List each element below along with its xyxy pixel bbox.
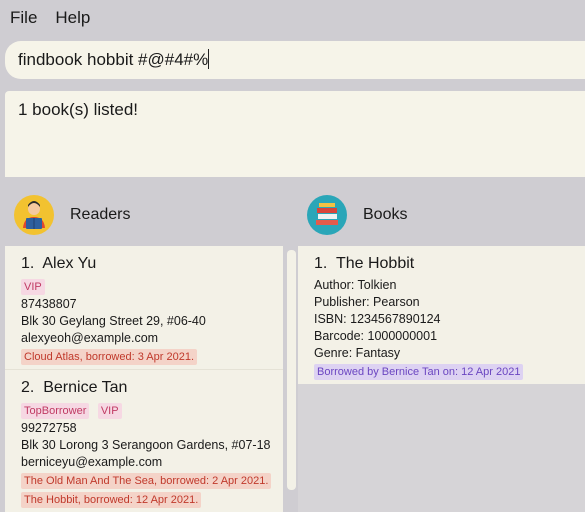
- command-input[interactable]: findbook hobbit #@#4#%: [5, 41, 585, 79]
- book-genre: Genre: Fantasy: [314, 346, 401, 360]
- reader-avatar-icon: [14, 195, 54, 235]
- reader-list: 1. Alex Yu VIP 87438807 Blk 30 Geylang S…: [5, 246, 283, 512]
- reader-card[interactable]: 2. Bernice Tan TopBorrower VIP 99272758 …: [5, 370, 283, 512]
- reader-tag: VIP: [21, 279, 45, 295]
- book-isbn: ISBN: 1234567890124: [314, 312, 441, 326]
- menu-help[interactable]: Help: [55, 8, 90, 28]
- borrowed-book-tag: Cloud Atlas, borrowed: 3 Apr 2021.: [21, 349, 197, 365]
- menu-bar: File Help: [0, 0, 585, 36]
- reader-tag: VIP: [97, 403, 122, 419]
- book-barcode: Barcode: 1000000001: [314, 329, 438, 343]
- reader-name: 1. Alex Yu: [21, 255, 97, 272]
- books-header: Books: [307, 195, 407, 235]
- book-list: 1. The Hobbit Author: Tolkien Publisher:…: [298, 246, 585, 512]
- reader-email: alexyeoh@example.com: [21, 331, 159, 345]
- readers-header: Readers: [14, 195, 130, 235]
- book-title: 1. The Hobbit: [314, 255, 415, 272]
- borrowed-book-tag: The Hobbit, borrowed: 12 Apr 2021.: [21, 492, 202, 508]
- borrowed-book-tag: The Old Man And The Sea, borrowed: 2 Apr…: [21, 473, 272, 489]
- reader-phone: 87438807: [21, 297, 77, 311]
- reader-name: 2. Bernice Tan: [21, 379, 128, 396]
- reader-list-scrollbar[interactable]: [287, 250, 296, 490]
- reader-phone: 99272758: [21, 421, 77, 435]
- reader-card[interactable]: 1. Alex Yu VIP 87438807 Blk 30 Geylang S…: [5, 246, 283, 370]
- book-card[interactable]: 1. The Hobbit Author: Tolkien Publisher:…: [298, 246, 585, 384]
- book-author: Author: Tolkien: [314, 278, 397, 292]
- book-publisher: Publisher: Pearson: [314, 295, 420, 309]
- result-message: 1 book(s) listed!: [18, 100, 138, 119]
- books-stack-icon: [307, 195, 347, 235]
- result-display: 1 book(s) listed!: [5, 91, 585, 177]
- reader-tag: TopBorrower: [21, 403, 90, 419]
- books-title: Books: [363, 206, 408, 223]
- command-text: findbook hobbit #@#4#%: [18, 50, 209, 69]
- readers-title: Readers: [70, 206, 131, 223]
- reader-address: Blk 30 Geylang Street 29, #06-40: [21, 314, 206, 328]
- book-status-tag: Borrowed by Bernice Tan on: 12 Apr 2021: [314, 364, 524, 380]
- menu-file[interactable]: File: [10, 8, 37, 28]
- reader-address: Blk 30 Lorong 3 Serangoon Gardens, #07-1…: [21, 438, 271, 452]
- reader-email: berniceyu@example.com: [21, 455, 163, 469]
- text-caret: [208, 49, 210, 69]
